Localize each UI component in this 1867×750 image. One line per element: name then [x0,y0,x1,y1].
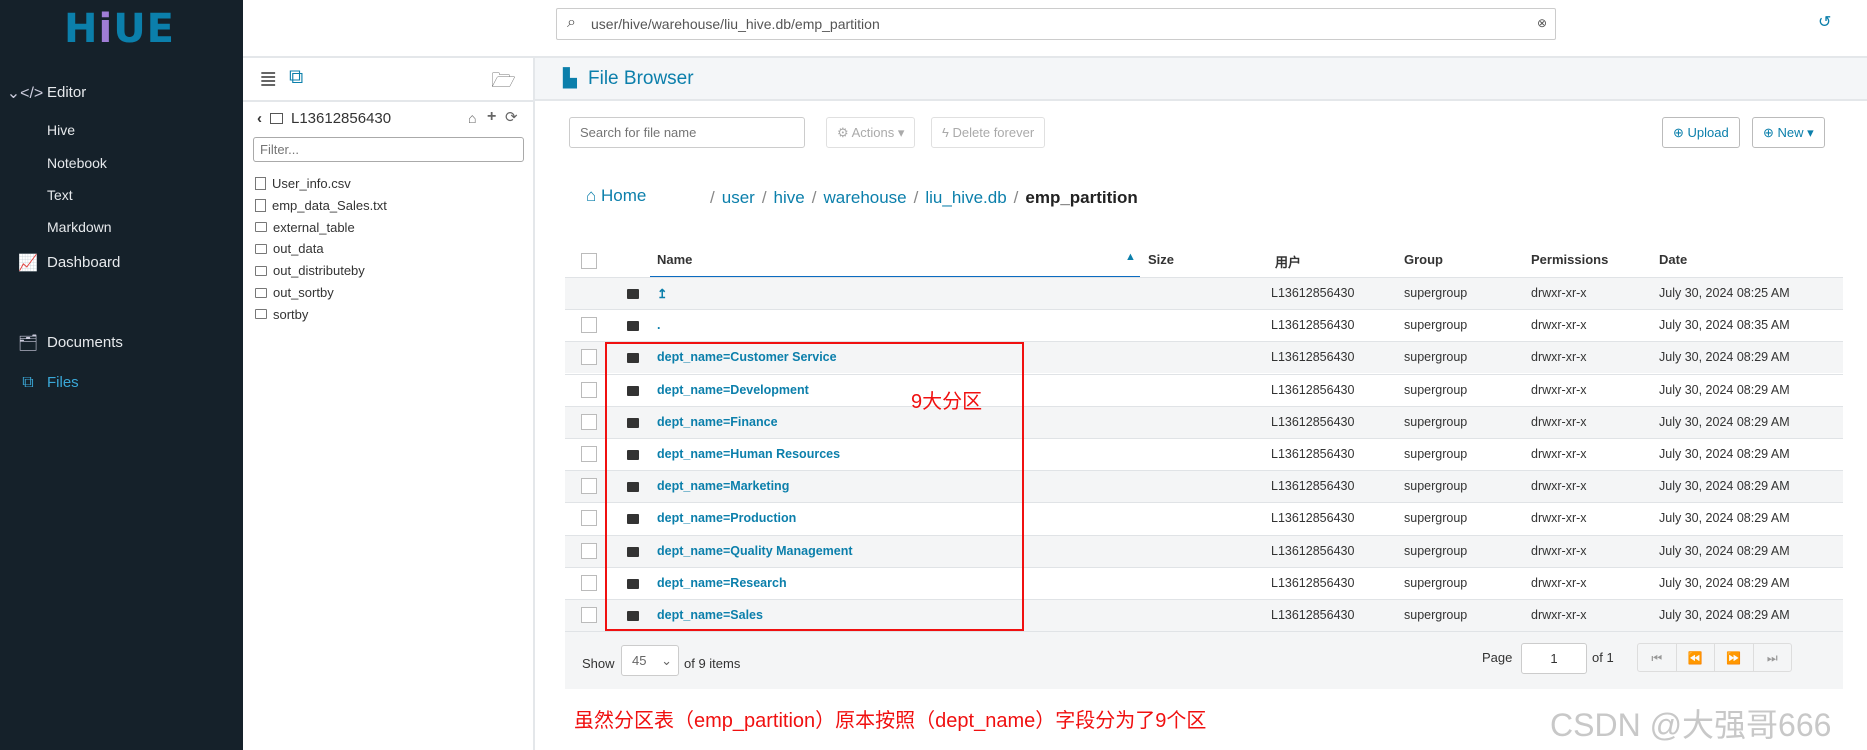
page-size-select[interactable]: 45 ⌄ [621,645,679,676]
page-input[interactable]: 1 [1521,643,1587,674]
filter-input[interactable] [253,137,524,162]
row-checkbox[interactable] [581,381,597,398]
sidebar-item-hive[interactable]: Hive [47,122,75,138]
breadcrumb-home[interactable]: ⌂ Home [586,186,646,206]
folder-icon [255,309,267,320]
sidebar-item-documents[interactable]: 🗂 Documents [18,334,123,352]
documents-icon: 🗂 [17,334,39,352]
column-user[interactable]: 用户 [1275,252,1301,271]
sidebar-item-text[interactable]: Text [47,187,73,203]
sort-asc-icon[interactable]: ▲ [1125,251,1136,263]
row-checkbox[interactable] [581,574,597,591]
folder-icon [255,265,267,276]
breadcrumb-db[interactable]: liu_hive.db [925,188,1006,208]
refresh-icon[interactable]: ⟳ [505,108,518,126]
page-title: File Browser [588,68,694,89]
chart-icon: 📈 [18,254,38,272]
select-all-checkbox[interactable] [581,253,597,269]
documents-icon[interactable]: 🗁 [491,66,516,100]
column-date[interactable]: Date [1659,252,1687,267]
row-checkbox[interactable] [581,478,597,495]
file-icon [255,198,266,212]
file-icon [255,177,266,190]
watermark: CSDN @大强哥666 [1550,707,1832,743]
new-button[interactable]: ⊕ New ▾ [1752,117,1825,148]
file-search-input[interactable] [569,117,805,148]
back-icon[interactable]: ‹ [257,110,262,127]
sidebar-item-files[interactable]: ⧉ Files [22,374,78,392]
table-row[interactable]: . L13612856430 supergroup drwxr-xr-x Jul… [565,309,1843,341]
upload-button[interactable]: ⊕ Upload [1662,117,1740,148]
pagination: ⏮ ⏪ ⏩ ⏭ [1637,643,1792,672]
table-footer: Show 45 ⌄ of 9 items Page 1 of 1 ⏮ ⏪ ⏩ ⏭ [565,631,1843,689]
clear-icon[interactable]: ⊗ [1537,16,1547,30]
file-tree-item[interactable]: external_table [255,220,355,235]
folder-icon [255,243,267,254]
folder-icon [255,287,267,298]
folder-icon [627,321,639,332]
annotation-label: 9大分区 [911,391,983,413]
file-browser-header: ▙ File Browser [535,58,1867,101]
file-name-link[interactable]: ↥ [657,286,667,301]
file-tree-item[interactable]: out_distributeby [255,263,365,278]
actions-button[interactable]: ⚙ Actions ▾ [826,117,916,148]
file-name-link[interactable]: . [657,318,660,332]
file-tree-item[interactable]: out_sortby [255,285,334,300]
file-tree-item[interactable]: User_info.csv [255,176,351,191]
table-row[interactable]: ↥ L13612856430 supergroup drwxr-xr-x Jul… [565,277,1843,309]
breadcrumb-hive[interactable]: hive [774,188,805,208]
folder-icon [270,113,283,124]
hue-logo[interactable]: HiUE [64,6,175,52]
chevron-down-icon: ⌄ [661,653,672,668]
file-tree-item[interactable]: sortby [255,307,308,322]
annotation-note: 虽然分区表（emp_partition）原本按照（dept_name）字段分为了… [574,710,1207,732]
column-size[interactable]: Size [1148,252,1174,267]
plus-icon[interactable]: + [487,108,496,126]
file-tree-item[interactable]: emp_data_Sales.txt [255,198,387,213]
sidebar-item-dashboard[interactable]: 📈 Dashboard [18,254,120,272]
breadcrumb-current: emp_partition [1025,188,1138,207]
last-page-icon[interactable]: ⏭ [1754,644,1792,671]
row-checkbox[interactable] [581,446,597,462]
folder-icon [255,222,267,233]
first-page-icon[interactable]: ⏮ [1638,644,1677,671]
row-checkbox[interactable] [581,542,597,559]
search-icon: ⌕ [567,14,576,31]
sidebar: HiUE ⌄</> Editor Hive Notebook Text Markd… [0,0,243,750]
global-search-input[interactable]: ⌕ user/hive/warehouse/liu_hive.db/emp_pa… [556,8,1556,40]
code-icon: ⌄</> [6,84,44,102]
column-name[interactable]: Name [657,252,692,267]
file-tree-item[interactable]: out_data [255,241,324,256]
home-icon[interactable]: ⌂ [468,110,476,126]
row-checkbox[interactable] [581,510,597,527]
folder-icon [627,289,639,299]
prev-page-icon[interactable]: ⏪ [1677,644,1715,671]
sidebar-item-editor[interactable]: ⌄</> Editor [7,84,86,102]
breadcrumb-user[interactable]: user [722,188,755,208]
sidebar-item-notebook[interactable]: Notebook [47,155,107,171]
row-checkbox[interactable] [581,607,597,623]
row-checkbox[interactable] [581,349,597,366]
database-icon[interactable]: ≣ [259,66,277,92]
file-panel: ≣ ⧉ 🗁 ‹ L13612856430 ⌂ + ⟳ User_info.csv… [243,58,535,750]
files-icon[interactable]: ⧉ [289,66,303,89]
sidebar-item-markdown[interactable]: Markdown [47,219,112,235]
delete-forever-button[interactable]: ϟ Delete forever [931,117,1046,148]
file-icon: ▙ [563,68,577,88]
breadcrumb-warehouse[interactable]: warehouse [823,188,906,208]
column-permissions[interactable]: Permissions [1531,252,1608,267]
column-group[interactable]: Group [1404,252,1443,267]
breadcrumb: / user / hive / warehouse / liu_hive.db / em… [710,188,1138,208]
row-checkbox[interactable] [581,413,597,430]
row-checkbox[interactable] [581,317,597,334]
files-icon: ⧉ [22,373,34,391]
history-icon[interactable]: ↺ [1818,12,1831,32]
next-page-icon[interactable]: ⏩ [1715,644,1754,671]
